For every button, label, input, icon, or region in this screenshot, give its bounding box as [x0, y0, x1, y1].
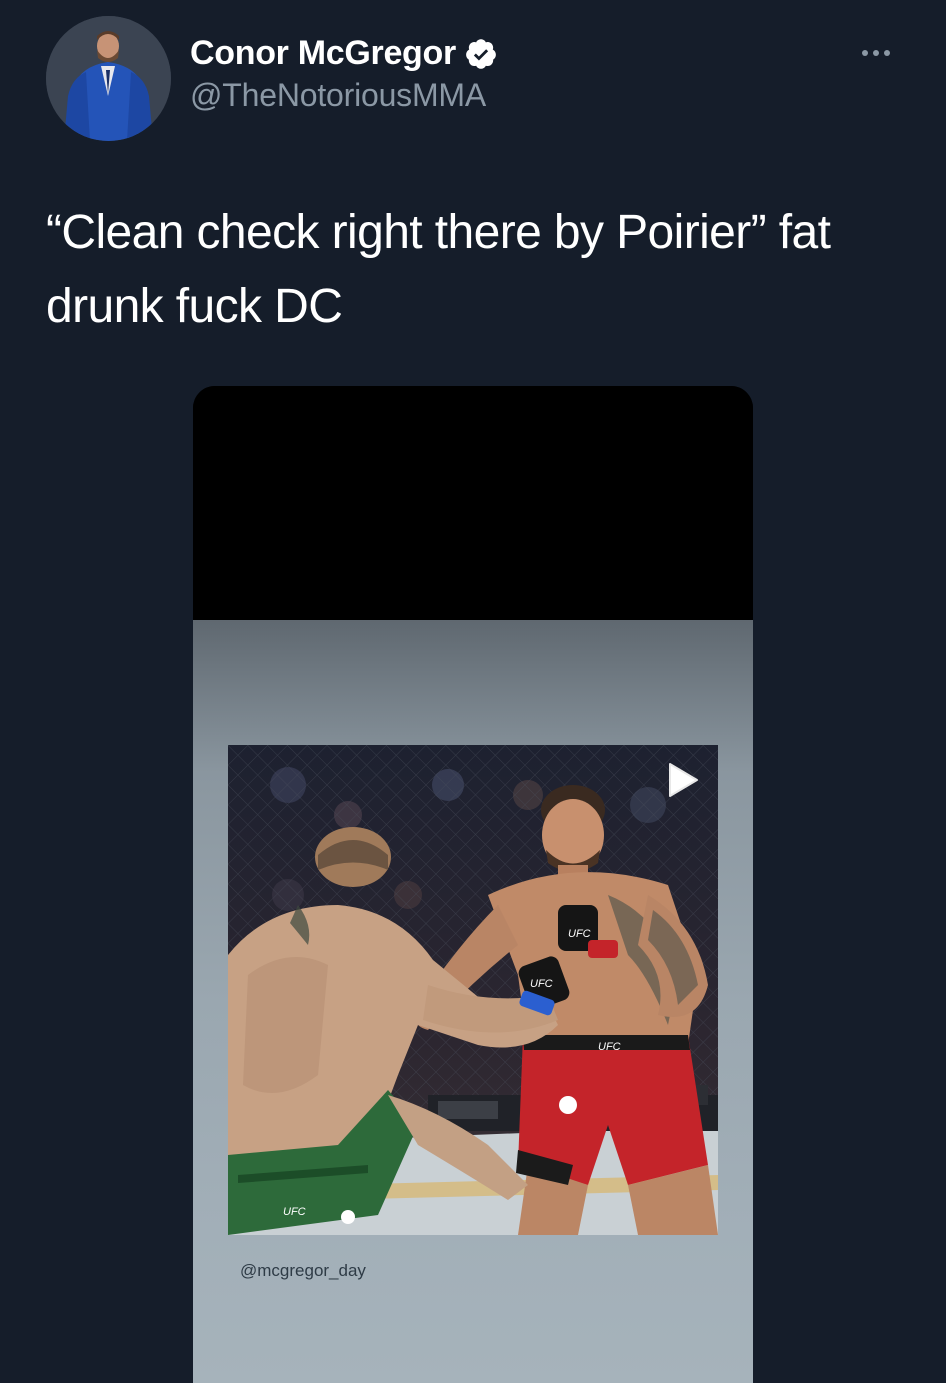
more-dot: [862, 50, 868, 56]
verified-badge-icon: [464, 37, 498, 71]
glove-label-2: UFC: [530, 978, 553, 990]
story-screenshot: UFC UFC UFC UFC @mcgregor_day: [193, 620, 753, 1383]
author-handle[interactable]: @TheNotoriousMMA: [190, 77, 498, 114]
fight-photo-illustration: UFC UFC UFC UFC: [228, 745, 718, 1235]
tweet-text-line-1: “Clean check right there by Poirier” fat: [46, 206, 831, 259]
media-black-header: [193, 386, 753, 620]
tweet-media[interactable]: UFC UFC UFC UFC @mcgregor_day: [193, 386, 753, 1383]
tweet-text-line-2: drunk fuck DC: [46, 280, 343, 333]
author-display-name[interactable]: Conor McGregor: [190, 34, 456, 73]
tweet-text: “Clean check right there by Poirier” fat…: [46, 196, 906, 344]
glove-label-1: UFC: [568, 928, 591, 940]
author-info: Conor McGregor @TheNotoriousMMA: [190, 34, 498, 114]
story-credit: @mcgregor_day: [240, 1261, 366, 1280]
tweet-card: Conor McGregor @TheNotoriousMMA “Clean c…: [0, 0, 946, 1383]
profile-avatar[interactable]: [46, 16, 171, 141]
more-dot: [884, 50, 890, 56]
trunks-label-left: UFC: [283, 1206, 306, 1218]
trunks-label-right: UFC: [598, 1041, 621, 1053]
fight-photo: UFC UFC UFC UFC: [228, 745, 718, 1235]
more-dot: [873, 50, 879, 56]
play-icon[interactable]: [666, 761, 700, 799]
avatar-portrait: [46, 16, 171, 141]
author-name-row: Conor McGregor: [190, 34, 498, 73]
more-options-icon[interactable]: [856, 44, 896, 62]
